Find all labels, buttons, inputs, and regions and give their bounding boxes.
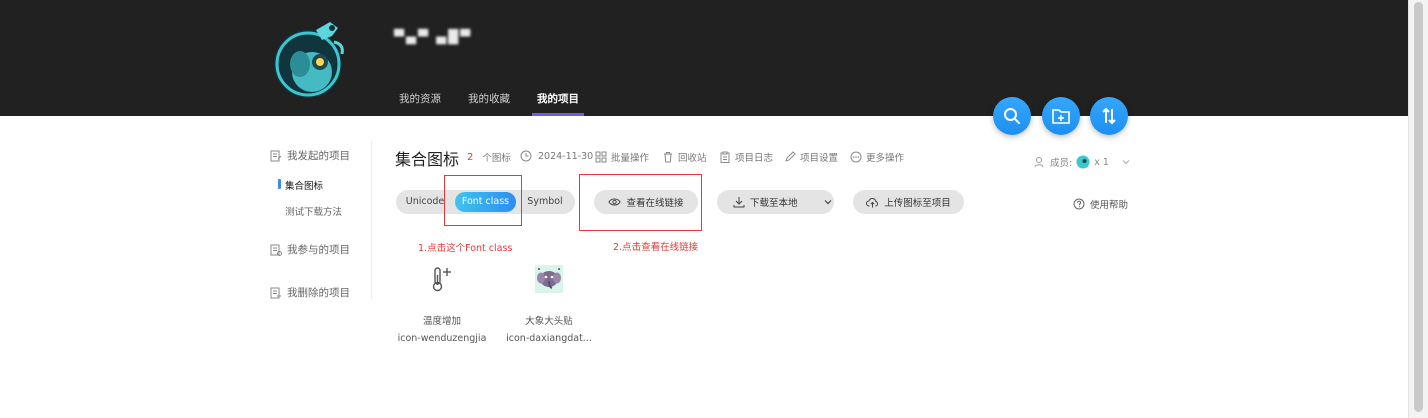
sidebar-group-label: 我参与的项目 <box>287 244 350 256</box>
elephant-sticker-icon <box>504 262 594 296</box>
members-dropdown[interactable]: 成员: x 1 <box>1034 155 1131 169</box>
sidebar-group-label: 我发起的项目 <box>287 150 350 162</box>
more-icon <box>850 151 862 163</box>
thermometer-plus-icon <box>397 262 487 296</box>
upload-icons-label: 上传图标至项目 <box>884 198 951 209</box>
app-root: ▀▄▀ ▄█▀ 我的资源 我的收藏 我的项目 我发起的项目 集合图标 测试下载方… <box>0 0 1428 418</box>
sidebar-group-created[interactable]: 我发起的项目 <box>270 148 350 163</box>
chevron-down-icon[interactable] <box>823 197 833 207</box>
sidebar-group-deleted[interactable]: 我删除的项目 <box>270 285 350 300</box>
add-to-project-button[interactable] <box>1042 97 1080 135</box>
project-log-label: 项目日志 <box>735 153 774 164</box>
chevron-down-icon <box>1122 160 1130 165</box>
icon-card[interactable]: 温度增加 icon-wenduzengjia <box>397 262 487 344</box>
sidebar-group-joined[interactable]: 我参与的项目 <box>270 242 350 257</box>
search-icon <box>1004 108 1020 124</box>
icon-code: icon-daxiangdat... <box>506 333 592 344</box>
format-unicode-tab[interactable]: Unicode <box>400 190 450 214</box>
members-label: 成员: <box>1050 158 1073 169</box>
username: ▀▄▀ ▄█▀ <box>394 30 473 45</box>
user-icon <box>1034 157 1044 168</box>
question-icon <box>1073 198 1085 210</box>
member-avatar-icon <box>1076 155 1090 169</box>
icon-name: 大象大头贴 <box>525 316 573 327</box>
project-settings-label: 项目设置 <box>800 153 839 164</box>
more-actions-label: 更多操作 <box>866 153 905 164</box>
project-log-button[interactable]: 项目日志 <box>719 150 773 164</box>
avatar[interactable] <box>272 16 348 100</box>
nav-tab-my-projects[interactable]: 我的项目 <box>532 91 584 116</box>
annotation-step1: 1.点击这个Font class <box>418 243 513 254</box>
recycle-bin-button[interactable]: 回收站 <box>662 150 707 164</box>
icon-name: 温度增加 <box>422 316 461 327</box>
nav-tab-my-resources[interactable]: 我的资源 <box>399 91 441 113</box>
more-actions-button[interactable]: 更多操作 <box>850 150 904 164</box>
grid-icon <box>595 151 607 163</box>
icon-count-number: 2 <box>467 151 474 163</box>
batch-operation-button[interactable]: 批量操作 <box>595 150 649 164</box>
help-label: 使用帮助 <box>1090 200 1129 211</box>
clipboard-icon <box>720 151 730 163</box>
icon-card[interactable]: 大象大头贴 icon-daxiangdat... <box>504 262 594 344</box>
annotation-box-view-online <box>579 174 702 231</box>
sidebar-item-collection-icons[interactable]: 集合图标 <box>277 178 323 192</box>
icon-count: 2 个图标 <box>467 150 511 165</box>
document-icon <box>270 287 281 298</box>
cloud-upload-icon <box>866 197 879 207</box>
sort-button[interactable] <box>1090 97 1128 135</box>
nav-tab-my-favorites[interactable]: 我的收藏 <box>468 91 510 113</box>
sidebar-item-test-download[interactable]: 测试下载方法 <box>285 204 342 218</box>
pencil-icon <box>785 151 796 162</box>
format-symbol-tab[interactable]: Symbol <box>521 190 569 214</box>
download-local-label: 下载至本地 <box>750 198 798 209</box>
download-local-button[interactable]: 下载至本地 <box>717 190 834 214</box>
scrollbar-thumb[interactable] <box>1414 2 1423 412</box>
project-date: 2024-11-30 <box>520 150 593 162</box>
help-link[interactable]: 使用帮助 <box>1073 197 1128 211</box>
upload-icons-button[interactable]: 上传图标至项目 <box>853 190 964 214</box>
download-icon <box>733 197 745 208</box>
annotation-step2: 2.点击查看在线链接 <box>613 242 699 253</box>
icon-code: icon-wenduzengjia <box>397 333 487 344</box>
project-date-text: 2024-11-30 <box>538 150 594 162</box>
clock-icon <box>520 150 532 162</box>
add-folder-icon <box>1052 109 1070 124</box>
vertical-scrollbar[interactable] <box>1408 0 1428 418</box>
recycle-bin-label: 回收站 <box>678 153 707 164</box>
trash-icon <box>664 152 672 163</box>
document-icon <box>270 150 282 161</box>
project-settings-button[interactable]: 项目设置 <box>784 150 838 164</box>
members-count: x 1 <box>1094 156 1109 168</box>
sort-icon <box>1102 107 1116 125</box>
project-sidebar: 我发起的项目 集合图标 测试下载方法 我参与的项目 我删除的项目 <box>268 140 372 300</box>
project-title: 集合图标 <box>395 150 460 169</box>
icon-count-unit: 个图标 <box>482 153 511 164</box>
sidebar-group-label: 我删除的项目 <box>287 287 350 299</box>
top-header: ▀▄▀ ▄█▀ 我的资源 我的收藏 我的项目 <box>0 0 1408 116</box>
document-icon <box>270 244 282 256</box>
annotation-box-font-class <box>444 175 522 226</box>
batch-operation-label: 批量操作 <box>611 153 650 164</box>
top-nav: 我的资源 我的收藏 我的项目 <box>399 91 584 116</box>
search-button[interactable] <box>993 97 1031 135</box>
